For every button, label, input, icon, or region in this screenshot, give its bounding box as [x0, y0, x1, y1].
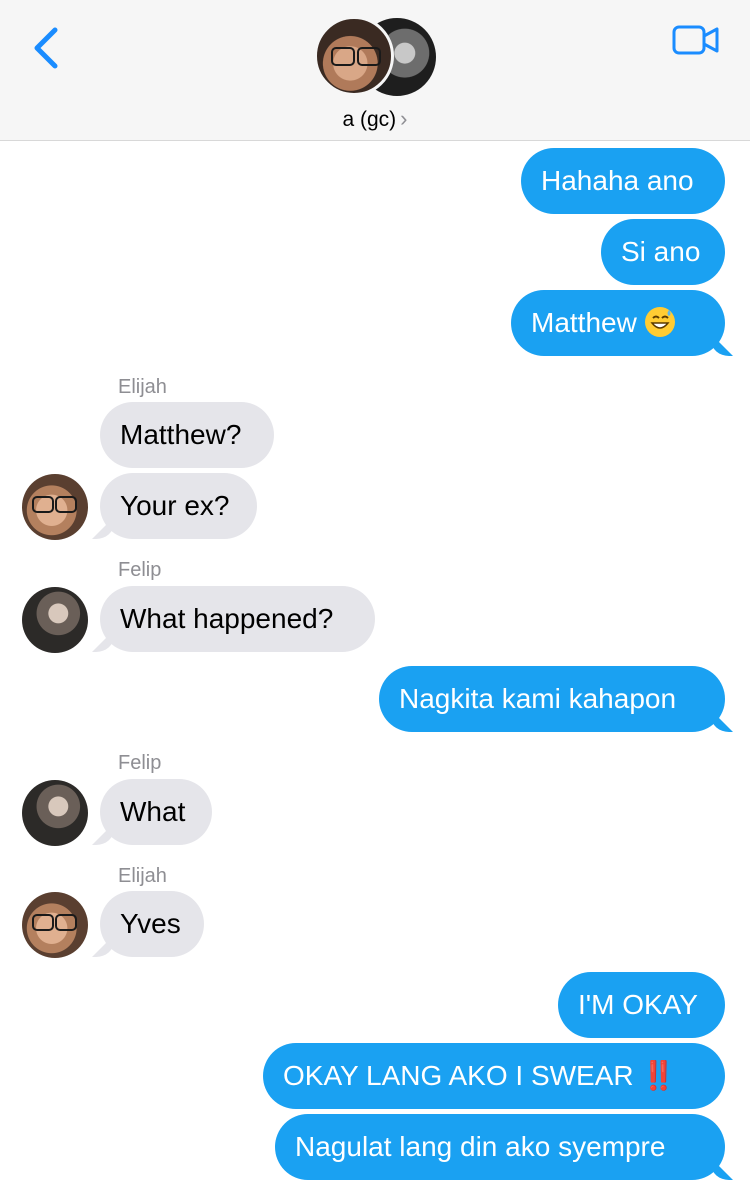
video-call-button[interactable]: [672, 24, 722, 58]
sender-label: Felip: [118, 559, 162, 581]
avatar-felip[interactable]: [22, 780, 88, 846]
message-bubble-incoming[interactable]: Yves: [100, 891, 204, 957]
video-camera-icon: [672, 25, 719, 55]
message-text: Matthew: [531, 307, 637, 338]
message-text: Nagulat lang din ako syempre: [295, 1131, 666, 1162]
message-text: Hahaha ano: [541, 165, 694, 196]
message-bubble-incoming[interactable]: What happened?: [100, 586, 375, 652]
avatar-elijah[interactable]: [22, 892, 88, 958]
back-button[interactable]: [26, 26, 66, 70]
message-bubble-outgoing[interactable]: Hahaha ano: [521, 148, 725, 214]
chevron-right-icon: ›: [400, 106, 408, 131]
message-text: I'M OKAY: [578, 989, 698, 1020]
avatar-felip[interactable]: [22, 587, 88, 653]
sender-label: Elijah: [118, 376, 167, 398]
double-exclamation-emoji-icon: ‼️: [641, 1060, 676, 1091]
grinning-sweat-emoji-icon: [644, 307, 675, 337]
message-bubble-outgoing[interactable]: Si ano: [601, 219, 725, 285]
message-text: Matthew?: [120, 419, 242, 450]
group-name[interactable]: a (gc) ›: [0, 106, 750, 132]
message-bubble-outgoing[interactable]: OKAY LANG AKO I SWEAR ‼️: [263, 1043, 725, 1109]
message-text: Si ano: [621, 236, 701, 267]
sender-label: Elijah: [118, 865, 167, 887]
message-bubble-incoming[interactable]: What: [100, 779, 212, 845]
message-text: Your ex?: [120, 490, 230, 521]
avatar-elijah[interactable]: [22, 474, 88, 540]
message-bubble-incoming[interactable]: Matthew?: [100, 402, 274, 468]
message-bubble-outgoing[interactable]: Nagulat lang din ako syempre: [275, 1114, 725, 1180]
chevron-left-icon: [34, 27, 58, 69]
message-bubble-outgoing[interactable]: Nagkita kami kahapon: [379, 666, 725, 732]
message-bubble-incoming[interactable]: Your ex?: [100, 473, 257, 539]
group-name-label: a (gc): [342, 108, 397, 131]
conversation-header: a (gc) ›: [0, 0, 750, 141]
sender-label: Felip: [118, 752, 162, 774]
message-text: Yves: [120, 908, 181, 939]
message-text: What: [120, 796, 186, 827]
message-text: What happened?: [120, 603, 334, 634]
avatar-elijah: [314, 16, 394, 96]
group-avatar[interactable]: [314, 16, 438, 98]
message-bubble-outgoing[interactable]: Matthew: [511, 290, 725, 356]
message-text: OKAY LANG AKO I SWEAR: [283, 1060, 634, 1091]
message-bubble-outgoing[interactable]: I'M OKAY: [558, 972, 725, 1038]
message-text: Nagkita kami kahapon: [399, 683, 677, 714]
